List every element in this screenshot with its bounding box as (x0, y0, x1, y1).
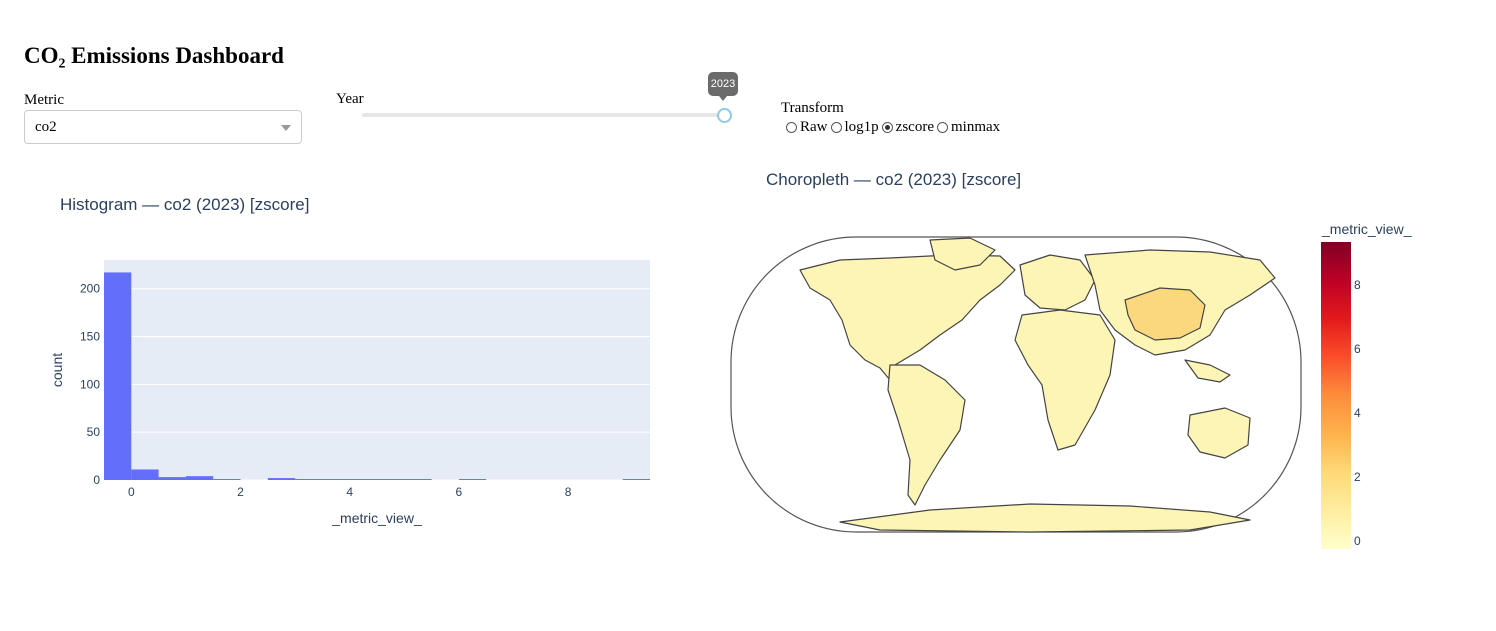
histogram-bar[interactable] (104, 272, 132, 480)
metric-selected-value: co2 (35, 119, 57, 135)
histogram-bar[interactable] (295, 479, 323, 480)
colorbar-tick-label: 2 (1354, 470, 1361, 484)
histogram-bar[interactable] (213, 479, 241, 480)
page-title: CO₂ Emissions Dashboard (24, 43, 284, 68)
radio-label-raw: Raw (800, 119, 828, 135)
radio-minmax[interactable]: minmax (936, 119, 1001, 136)
colorbar-tick-label: 8 (1354, 278, 1361, 292)
radio-button[interactable] (786, 122, 797, 133)
histogram-title: Histogram — co2 (2023) [zscore] (60, 195, 309, 214)
colorbar-title: _metric_view_ (1321, 221, 1412, 237)
radio-log1p[interactable]: log1p (830, 119, 879, 136)
radio-label-zscore: zscore (895, 119, 934, 135)
metric-dropdown[interactable]: co2 (24, 110, 302, 144)
transform-radio-group: Raw log1p zscore minmax (786, 119, 1003, 136)
histogram-bar[interactable] (458, 479, 487, 480)
histogram-x-tick-label: 6 (456, 485, 463, 499)
radio-raw[interactable]: Raw (786, 119, 828, 136)
radio-button[interactable] (936, 122, 948, 133)
histogram-x-tick-label: 0 (128, 485, 135, 499)
histogram-y-tick-label: 50 (87, 425, 101, 439)
year-slider-handle[interactable] (717, 108, 732, 123)
histogram-y-tick-label: 200 (80, 282, 100, 296)
transform-label: Transform (781, 100, 844, 116)
histogram-y-tick-label: 0 (93, 473, 100, 487)
colorbar (1321, 242, 1351, 549)
histogram-x-tick-label: 4 (346, 485, 353, 499)
histogram-y-tick-label: 100 (80, 377, 100, 391)
metric-label: Metric (24, 92, 64, 108)
colorbar-tick-label: 6 (1354, 342, 1361, 356)
radio-button[interactable] (830, 122, 842, 133)
histogram-y-axis-label: count (49, 353, 65, 387)
histogram-bar[interactable] (322, 479, 350, 480)
choropleth-title: Choropleth — co2 (2023) [zscore] (766, 170, 1021, 189)
histogram-x-tick-label: 8 (565, 485, 572, 499)
histogram-bar[interactable] (349, 479, 377, 480)
histogram-bar[interactable] (185, 476, 214, 480)
year-slider-track[interactable] (362, 113, 724, 117)
histogram-y-tick-label: 150 (80, 330, 100, 344)
histogram-x-tick-label: 2 (237, 485, 244, 499)
histogram-bar[interactable] (404, 479, 432, 480)
radio-label-minmax: minmax (950, 119, 1001, 135)
choropleth-chart[interactable]: Choropleth — co2 (2023) [zscore] _metric… (730, 160, 1490, 620)
histogram-bar[interactable] (267, 478, 296, 480)
histogram-chart[interactable]: Histogram — co2 (2023) [zscore] 0 2 4 6 8 0 5… (0, 180, 700, 560)
colorbar-tick-label: 0 (1354, 534, 1361, 548)
histogram-x-axis-label: _metric_view_ (331, 510, 422, 526)
histogram-bar[interactable] (158, 477, 186, 480)
histogram-plot-area (104, 260, 650, 480)
chevron-down-icon[interactable] (281, 125, 291, 131)
histogram-bar[interactable] (131, 469, 159, 480)
histogram-bar[interactable] (622, 479, 650, 480)
radio-zscore[interactable]: zscore (881, 119, 934, 136)
year-label: Year (336, 91, 364, 107)
colorbar-tick-label: 4 (1354, 406, 1361, 420)
radio-button-checked[interactable] (881, 122, 893, 133)
histogram-bar[interactable] (377, 479, 405, 480)
year-slider-tooltip: 2023 (708, 72, 738, 101)
radio-label-log1p: log1p (844, 119, 879, 135)
